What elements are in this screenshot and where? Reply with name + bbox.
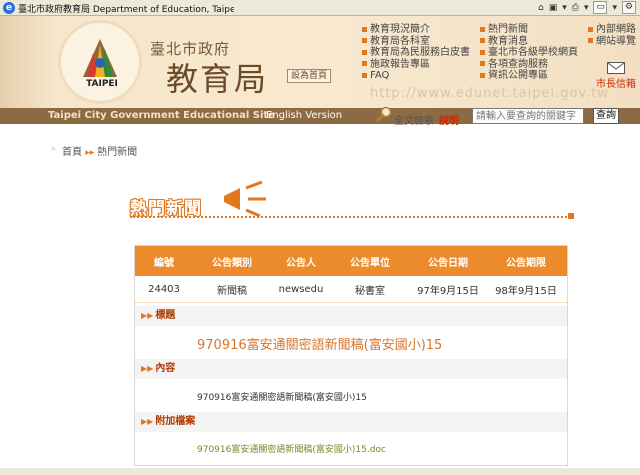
- bullet-icon: [362, 26, 367, 32]
- breadcrumb-current: 熱門新聞: [97, 147, 138, 158]
- browser-window: e 臺北市政府教育局 Department of Education, Taip…: [0, 0, 640, 475]
- header-menu-col3: 內部網路 網站導覽: [588, 24, 636, 47]
- site-title: 教育局: [166, 60, 269, 98]
- col-header-unit: 公告單位: [350, 257, 390, 269]
- window-titlebar: e 臺北市政府教育局 Department of Education, Taip…: [0, 0, 640, 16]
- set-homepage-link[interactable]: 設為首頁: [287, 69, 332, 83]
- title-section-label: ▶▶ 標題: [135, 306, 567, 326]
- search-button[interactable]: 查詢: [593, 108, 619, 124]
- fulltext-search-label: 全文檢索: [394, 116, 434, 127]
- content-section-label: ▶▶ 內容: [135, 359, 567, 379]
- menu-item[interactable]: 教育局各科室: [362, 36, 470, 48]
- page-heading: 熱門新聞: [130, 180, 578, 228]
- window-title: 臺北市政府教育局 Department of Education, Taipei…: [18, 5, 234, 15]
- taipei-logo[interactable]: TAIPEI: [58, 20, 142, 104]
- cell-date: 97年9月15日: [417, 286, 479, 297]
- menu-item[interactable]: 資訊公開專區: [480, 70, 578, 82]
- bullet-icon: [362, 38, 367, 43]
- breadcrumb-decor-icon: ▸: [52, 144, 57, 154]
- chevron-right-icon: ▶▶: [141, 311, 154, 320]
- url-watermark: http://www.edunet.taipei.gov.tw: [370, 86, 610, 101]
- chevron-right-icon: ▸▸: [85, 148, 98, 158]
- attachment-section-label: ▶▶ 附加檔案: [135, 412, 567, 432]
- header-menu-col1: 教育現況簡介 教育局各科室 教育局為民服務白皮書 施政報告專區 FAQ: [362, 24, 470, 82]
- search-help-link[interactable]: 說明: [439, 112, 459, 127]
- breadcrumb-home[interactable]: 首頁: [62, 147, 82, 158]
- menu-item[interactable]: 各項查詢服務: [480, 59, 578, 71]
- col-header-publisher: 公告人: [286, 257, 316, 269]
- chevron-down-icon[interactable]: ▾: [612, 3, 617, 13]
- menu-item[interactable]: 教育消息: [480, 36, 578, 48]
- bullet-icon: [362, 72, 367, 78]
- bullet-icon: [480, 38, 485, 43]
- news-content: 970916富安通關密語新聞稿(富安國小)15: [197, 393, 367, 403]
- cell-publisher: newsedu: [278, 284, 324, 295]
- cell-unit: 秘書室: [355, 286, 385, 297]
- heading-divider-end: [568, 213, 574, 219]
- news-title: 970916富安通關密語新聞稿(富安國小)15: [197, 338, 443, 353]
- bullet-icon: [362, 49, 367, 55]
- menu-item[interactable]: 內部網路: [588, 24, 636, 36]
- search-input[interactable]: [472, 108, 584, 124]
- bullet-icon: [480, 72, 485, 78]
- browser-icon: e: [3, 2, 15, 14]
- cell-category: 新聞稿: [217, 286, 247, 297]
- menu-item[interactable]: 網站導覽: [588, 36, 636, 48]
- heading-divider: [130, 216, 570, 218]
- menu-item[interactable]: FAQ: [362, 70, 470, 82]
- bullet-icon: [480, 26, 485, 32]
- tools-menu-button[interactable]: ⚙: [622, 1, 636, 14]
- col-header-date: 公告日期: [428, 257, 468, 269]
- table-header: 編號 公告類別 公告人 公告單位 公告日期 公告期限: [135, 246, 567, 276]
- menu-item[interactable]: 教育局為民服務白皮書: [362, 47, 470, 59]
- news-detail-table: 編號 公告類別 公告人 公告單位 公告日期 公告期限 24403 新聞稿 new…: [134, 245, 568, 466]
- megaphone-icon: [224, 180, 266, 218]
- attachment-link[interactable]: 970916富安通關密語新聞稿(富安國小)15.doc: [197, 442, 386, 455]
- menu-item[interactable]: 教育現況簡介: [362, 24, 470, 36]
- cell-id: 24403: [148, 284, 180, 295]
- print-icon[interactable]: ⎙: [572, 3, 579, 13]
- menu-item[interactable]: 施政報告專區: [362, 59, 470, 71]
- header-menu-col2: 熱門新聞 教育消息 臺北市各級學校網頁 各項查詢服務 資訊公開專區: [480, 24, 578, 82]
- table-row: 24403 新聞稿 newsedu 秘書室 97年9月15日 98年9月15日: [135, 277, 567, 303]
- chevron-right-icon: ▶▶: [141, 417, 154, 426]
- menu-item[interactable]: 臺北市各級學校網頁: [480, 47, 578, 59]
- cell-expiry: 98年9月15日: [495, 286, 557, 297]
- feeds-icon[interactable]: ▣: [549, 3, 558, 13]
- status-bar: [0, 468, 640, 475]
- envelope-icon: [607, 62, 625, 74]
- logo-text: TAIPEI: [86, 79, 118, 89]
- chevron-down-icon[interactable]: ▾: [562, 3, 567, 13]
- page-menu-button[interactable]: ▭: [593, 1, 608, 14]
- chevron-right-icon: ▶▶: [141, 364, 154, 373]
- bullet-icon: [588, 38, 593, 43]
- bullet-icon: [480, 49, 485, 55]
- search-icon: [376, 106, 392, 122]
- breadcrumb: 首頁 ▸▸ 熱門新聞: [62, 143, 137, 158]
- chevron-down-icon[interactable]: ▾: [584, 3, 589, 13]
- site-name-en: Taipei City Government Educational Site: [48, 110, 275, 121]
- col-header-id: 編號: [154, 257, 174, 269]
- bullet-icon: [588, 26, 593, 32]
- bullet-icon: [480, 61, 485, 66]
- home-icon[interactable]: ⌂: [538, 3, 544, 13]
- english-version-link[interactable]: English Version: [266, 108, 342, 124]
- bullet-icon: [362, 61, 367, 66]
- toolbar-icons: ⌂ ▣ ▾ ⎙ ▾ ▭ ▾ ⚙: [538, 1, 636, 14]
- col-header-expiry: 公告期限: [506, 257, 546, 269]
- site-header: TAIPEI 臺北市政府 教育局 設為首頁 教育現況簡介 教育局各科室 教育局為…: [0, 16, 640, 108]
- menu-item[interactable]: 熱門新聞: [480, 24, 578, 36]
- col-header-category: 公告類別: [212, 257, 252, 269]
